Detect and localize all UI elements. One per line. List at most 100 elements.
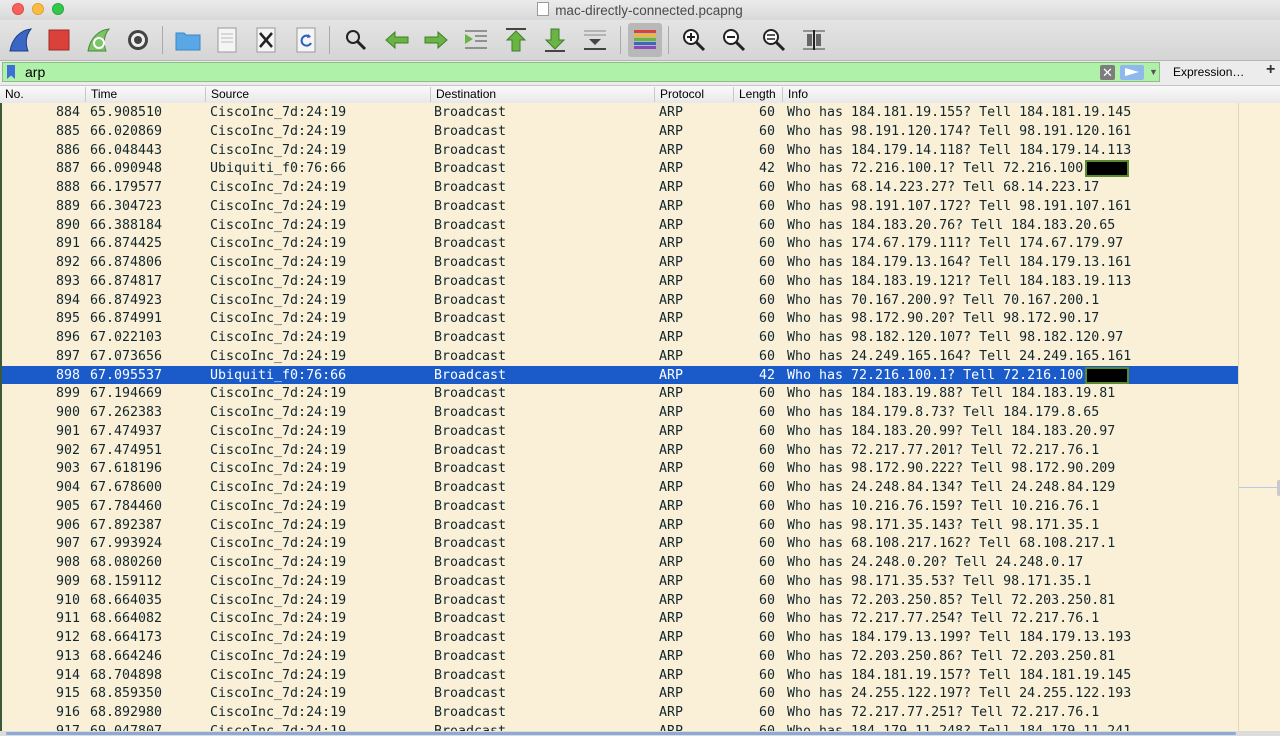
packet-row[interactable]: 901 67.474937 CiscoInc_7d:24:19 Broadcast AR… [2,421,1238,441]
packet-row[interactable]: 897 67.073656 CiscoInc_7d:24:19 Broadcast AR… [2,346,1238,366]
packet-time-cell: 68.664246 [90,648,163,664]
column-header-source[interactable]: Source [205,87,430,102]
display-filter-value[interactable]: arp [25,64,45,80]
search-icon[interactable] [339,23,373,57]
column-header-protocol[interactable]: Protocol [654,87,733,102]
packet-row[interactable]: 896 67.022103 CiscoInc_7d:24:19 Broadcast AR… [2,328,1238,347]
packet-protocol-cell: ARP [659,255,684,270]
apply-filter-button[interactable] [1120,65,1144,80]
packet-time-cell: 68.859350 [90,686,163,702]
horizontal-scrollbar-thumb[interactable] [6,732,1236,735]
packet-destination-cell: Broadcast [434,180,507,195]
column-header-info[interactable]: Info [782,87,1280,102]
packet-row[interactable]: 906 67.892387 CiscoInc_7d:24:19 Broadcast AR… [2,515,1238,535]
bookmark-icon[interactable] [7,65,15,79]
packet-list-scrollbar[interactable] [1238,103,1280,736]
zoom-in-icon[interactable] [677,23,711,57]
packet-no-cell: 914 [55,667,80,683]
packet-row[interactable]: 899 67.194669 CiscoInc_7d:24:19 Broadcast AR… [2,384,1238,403]
resize-columns-icon[interactable] [797,23,831,57]
filter-history-dropdown-icon[interactable]: ▼ [1149,67,1158,77]
packet-row[interactable]: 894 66.874923 CiscoInc_7d:24:19 Broadcast AR… [2,290,1238,310]
packet-info-cell: Who has 184.179.13.199? Tell 184.179.13.… [787,630,1132,645]
packet-length-cell: 60 [758,592,775,608]
folder-icon[interactable] [171,23,205,57]
clear-filter-button[interactable]: ✕ [1100,65,1115,80]
column-header-length[interactable]: Length [733,87,782,102]
first-packet-icon[interactable] [499,23,533,57]
packet-row[interactable]: 891 66.874425 CiscoInc_7d:24:19 Broadcast AR… [2,234,1238,253]
packet-time-cell: 68.664082 [90,611,163,627]
packet-row[interactable]: 884 65.908510 CiscoInc_7d:24:19 Broadcast AR… [2,103,1238,122]
packet-row[interactable]: 886 66.048443 CiscoInc_7d:24:19 Broadcast AR… [2,140,1238,160]
packet-row[interactable]: 892 66.874806 CiscoInc_7d:24:19 Broadcast AR… [2,253,1238,272]
packet-info-cell: Who has 184.181.19.155? Tell 184.181.19.… [787,105,1132,120]
expression-button[interactable]: Expression… [1173,65,1244,79]
packet-row[interactable]: 916 68.892980 CiscoInc_7d:24:19 Broadcast AR… [2,703,1238,722]
zoom-normal-icon[interactable] [757,23,791,57]
packet-row[interactable]: 904 67.678600 CiscoInc_7d:24:19 Broadcast AR… [2,478,1238,497]
packet-source-cell: CiscoInc_7d:24:19 [210,648,347,664]
column-header-destination[interactable]: Destination [430,87,654,102]
reload-file-icon[interactable] [289,23,323,57]
packet-row[interactable]: 910 68.664035 CiscoInc_7d:24:19 Broadcast AR… [2,590,1238,610]
packet-time-cell: 66.874817 [90,273,163,289]
packet-destination-cell: Broadcast [434,330,507,345]
close-file-icon[interactable] [249,23,283,57]
packet-row[interactable]: 915 68.859350 CiscoInc_7d:24:19 Broadcast AR… [2,684,1238,703]
packet-length-cell: 60 [758,311,775,327]
packet-row[interactable]: 888 66.179577 CiscoInc_7d:24:19 Broadcast AR… [2,178,1238,197]
display-filter-input[interactable]: arp ✕ ▼ [2,62,1160,82]
packet-row[interactable]: 905 67.784460 CiscoInc_7d:24:19 Broadcast AR… [2,496,1238,516]
packet-protocol-cell: ARP [659,348,684,364]
packet-source-cell: CiscoInc_7d:24:19 [210,236,347,252]
add-filter-button[interactable]: + [1266,61,1275,79]
colorize-icon[interactable] [628,23,662,57]
packet-destination-cell: Broadcast [434,705,507,720]
shark-fin-icon[interactable] [4,23,38,57]
packet-row[interactable]: 890 66.388184 CiscoInc_7d:24:19 Broadcast AR… [2,215,1238,235]
packet-length-cell: 60 [758,705,775,720]
document-icon[interactable] [210,23,244,57]
back-arrow-icon[interactable] [380,23,414,57]
zoom-out-icon[interactable] [717,23,751,57]
packet-row[interactable]: 912 68.664173 CiscoInc_7d:24:19 Broadcast AR… [2,628,1238,647]
packet-row[interactable]: 908 68.080260 CiscoInc_7d:24:19 Broadcast AR… [2,553,1238,572]
stop-icon[interactable] [42,23,76,57]
packet-no-cell: 888 [55,180,80,195]
forward-arrow-icon[interactable] [419,23,453,57]
last-packet-icon[interactable] [538,23,572,57]
packet-row[interactable]: 914 68.704898 CiscoInc_7d:24:19 Broadcast AR… [2,665,1238,685]
packet-no-cell: 902 [55,442,80,458]
packet-row[interactable]: 903 67.618196 CiscoInc_7d:24:19 Broadcast AR… [2,459,1238,478]
packet-time-cell: 66.874923 [90,292,163,308]
packet-row[interactable]: 887 66.090948 Ubiquiti_f0:76:66 Broadcast AR… [2,159,1238,178]
restart-icon[interactable] [82,23,116,57]
packet-row[interactable]: 907 67.993924 CiscoInc_7d:24:19 Broadcast AR… [2,534,1238,553]
packet-row[interactable]: 885 66.020869 CiscoInc_7d:24:19 Broadcast AR… [2,121,1238,141]
packet-row[interactable]: 911 68.664082 CiscoInc_7d:24:19 Broadcast AR… [2,609,1238,628]
packet-time-cell: 66.048443 [90,142,163,158]
column-header-time[interactable]: Time [85,87,205,102]
packet-row[interactable]: 909 68.159112 CiscoInc_7d:24:19 Broadcast AR… [2,571,1238,591]
packet-row[interactable]: 913 68.664246 CiscoInc_7d:24:19 Broadcast AR… [2,646,1238,666]
horizontal-scrollbar[interactable] [0,731,1280,736]
packet-time-cell: 66.090948 [90,161,163,177]
go-to-packet-icon[interactable] [459,23,493,57]
packet-row[interactable]: 893 66.874817 CiscoInc_7d:24:19 Broadcast AR… [2,271,1238,291]
packet-list[interactable]: 884 65.908510 CiscoInc_7d:24:19 Broadcast AR… [0,103,1238,736]
packet-row[interactable]: 889 66.304723 CiscoInc_7d:24:19 Broadcast AR… [2,196,1238,216]
packet-source-cell: CiscoInc_7d:24:19 [210,330,347,345]
column-header-no[interactable]: No. [0,87,85,102]
window-title-text: mac-directly-connected.pcapng [555,3,743,18]
gear-icon[interactable] [121,23,155,57]
packet-row[interactable]: 902 67.474951 CiscoInc_7d:24:19 Broadcast AR… [2,440,1238,460]
packet-row-selected[interactable]: 898 67.095537 Ubiquiti_f0:76:66 Broadcast AR… [2,365,1238,385]
packet-no-cell: 892 [55,255,80,270]
packet-info-cell: Who has 72.203.250.85? Tell 72.203.250.8… [787,592,1116,608]
packet-row[interactable]: 900 67.262383 CiscoInc_7d:24:19 Broadcast AR… [2,403,1238,422]
autoscroll-icon[interactable] [578,23,612,57]
packet-row[interactable]: 895 66.874991 CiscoInc_7d:24:19 Broadcast AR… [2,309,1238,328]
packet-protocol-cell: ARP [659,292,684,308]
packet-time-cell: 67.892387 [90,517,163,533]
